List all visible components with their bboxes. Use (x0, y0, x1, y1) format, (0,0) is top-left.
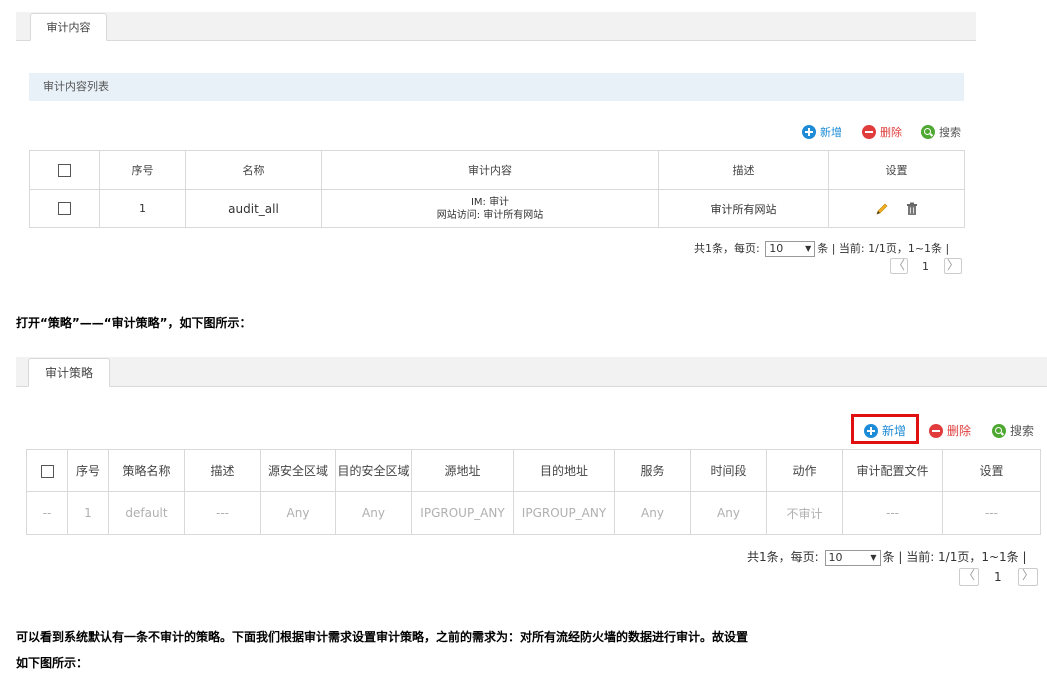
next-page-button[interactable]: 〉 (1018, 568, 1038, 586)
instruction-text-1: 打开“策略”——“审计策略”，如下图所示： (16, 316, 252, 330)
pager-summary: 共1条，每页: 10 ▼ 条 | 当前: 1/1页，1~1条 | (694, 240, 949, 257)
col-index: 序号 (67, 449, 109, 492)
add-policy-button[interactable]: 新增 (864, 422, 906, 439)
row-dst-zone: Any (335, 491, 412, 535)
add-policy-label: 新增 (882, 424, 907, 438)
delete-policy-label: 删除 (947, 424, 972, 438)
col-src-zone: 源安全区域 (260, 449, 336, 492)
dropdown-arrow-icon: ▼ (805, 244, 812, 253)
add-label: 新增 (820, 126, 842, 139)
pager-total: 共1条，每页: (747, 550, 819, 564)
search-policy-button[interactable]: 搜索 (992, 422, 1034, 439)
search-icon (992, 423, 1006, 438)
row-schedule: Any (690, 491, 767, 535)
col-dst-zone: 目的安全区域 (335, 449, 412, 492)
col-src-addr: 源地址 (411, 449, 514, 492)
audit-content-list-title: 审计内容列表 (29, 73, 964, 101)
table-header-row: 序号 名称 审计内容 描述 设置 (29, 150, 965, 190)
pager-current: 条 | 当前: 1/1页，1~1条 | (882, 550, 1027, 564)
row-action: 不审计 (766, 491, 843, 535)
search-button[interactable]: 搜索 (921, 124, 961, 140)
add-button[interactable]: 新增 (802, 124, 842, 140)
minus-circle-icon (929, 423, 943, 438)
pager-current: 条 | 当前: 1/1页，1~1条 | (817, 242, 950, 255)
instruction-text-2-line1: 可以看到系统默认有一条不审计的策略。下面我们根据审计需求设置审计策略，之前的需求… (16, 630, 749, 644)
row-src-zone: Any (260, 491, 336, 535)
row-name: audit_all (185, 189, 322, 228)
row-settings (828, 189, 965, 228)
search-policy-label: 搜索 (1010, 424, 1035, 438)
row-desc: --- (184, 491, 261, 535)
row-audit-profile: --- (842, 491, 943, 535)
plus-circle-icon (864, 423, 878, 438)
select-all-cell (26, 449, 68, 492)
col-schedule: 时间段 (690, 449, 767, 492)
search-icon (921, 125, 935, 139)
row-service: Any (614, 491, 691, 535)
col-name: 名称 (185, 150, 322, 190)
delete-button[interactable]: 删除 (862, 124, 902, 140)
row-policy-name: default (108, 491, 185, 535)
delete-policy-button[interactable]: 删除 (929, 422, 971, 439)
page-number[interactable]: 1 (994, 570, 1002, 584)
select-all-checkbox[interactable] (58, 163, 71, 177)
row-settings: --- (942, 491, 1041, 535)
row-content-line1: IM: 审计 (470, 196, 510, 208)
pager-summary: 共1条，每页: 10 ▼ 条 | 当前: 1/1页，1~1条 | (747, 548, 1027, 566)
audit-content-table: 序号 名称 审计内容 描述 设置 1 audit_all IM: 审计 网站访问… (29, 150, 965, 228)
select-all-checkbox[interactable] (40, 464, 54, 478)
select-all-cell (29, 150, 100, 190)
row-dst-addr: IPGROUP_ANY (513, 491, 615, 535)
plus-circle-icon (802, 125, 816, 139)
row-desc: 审计所有网站 (658, 189, 829, 228)
col-settings: 设置 (942, 449, 1041, 492)
prev-page-button[interactable]: 〈 (959, 568, 979, 586)
search-label: 搜索 (939, 126, 961, 139)
col-desc: 描述 (658, 150, 829, 190)
col-audit-profile: 审计配置文件 (842, 449, 943, 492)
per-page-value: 10 (769, 242, 784, 255)
col-desc: 描述 (184, 449, 261, 492)
delete-label: 删除 (880, 126, 902, 139)
col-content: 审计内容 (321, 150, 659, 190)
row-index: 1 (99, 189, 186, 228)
audit-policy-tabbar: 审计策略 (16, 357, 1047, 387)
trash-icon[interactable] (906, 202, 918, 216)
col-settings: 设置 (828, 150, 965, 190)
page-number[interactable]: 1 (922, 260, 929, 273)
per-page-value: 10 (828, 550, 843, 564)
col-dst-addr: 目的地址 (513, 449, 615, 492)
dropdown-arrow-icon: ▼ (870, 552, 877, 562)
row-select-cell (29, 189, 100, 228)
per-page-select[interactable]: 10 ▼ (824, 549, 881, 566)
row-checkbox[interactable] (58, 202, 71, 216)
table-row: 1 audit_all IM: 审计 网站访问: 审计所有网站 审计所有网站 (29, 189, 965, 228)
row-src-addr: IPGROUP_ANY (411, 491, 514, 535)
minus-circle-icon (862, 125, 876, 139)
tab-audit-content[interactable]: 审计内容 (30, 13, 107, 41)
table-row: -- 1 default --- Any Any IPGROUP_ANY IPG… (26, 491, 1041, 535)
row-content-line2: 网站访问: 审计所有网站 (436, 209, 544, 221)
pager-total: 共1条，每页: (694, 242, 760, 255)
edit-pencil-icon[interactable] (875, 202, 889, 216)
audit-content-tabbar: 审计内容 (16, 12, 976, 41)
table-header-row: 序号 策略名称 描述 源安全区域 目的安全区域 源地址 目的地址 服务 时间段 … (26, 449, 1041, 492)
row-content: IM: 审计 网站访问: 审计所有网站 (321, 189, 659, 228)
next-page-button[interactable]: 〉 (944, 258, 962, 274)
audit-policy-table: 序号 策略名称 描述 源安全区域 目的安全区域 源地址 目的地址 服务 时间段 … (26, 449, 1041, 535)
col-service: 服务 (614, 449, 691, 492)
row-index: 1 (67, 491, 109, 535)
instruction-text-2-line2: 如下图所示： (16, 656, 89, 670)
row-select: -- (26, 491, 68, 535)
col-policy-name: 策略名称 (108, 449, 185, 492)
tab-audit-policy[interactable]: 审计策略 (28, 358, 110, 387)
col-index: 序号 (99, 150, 186, 190)
prev-page-button[interactable]: 〈 (890, 258, 908, 274)
col-action: 动作 (766, 449, 843, 492)
per-page-select[interactable]: 10 ▼ (765, 241, 816, 257)
